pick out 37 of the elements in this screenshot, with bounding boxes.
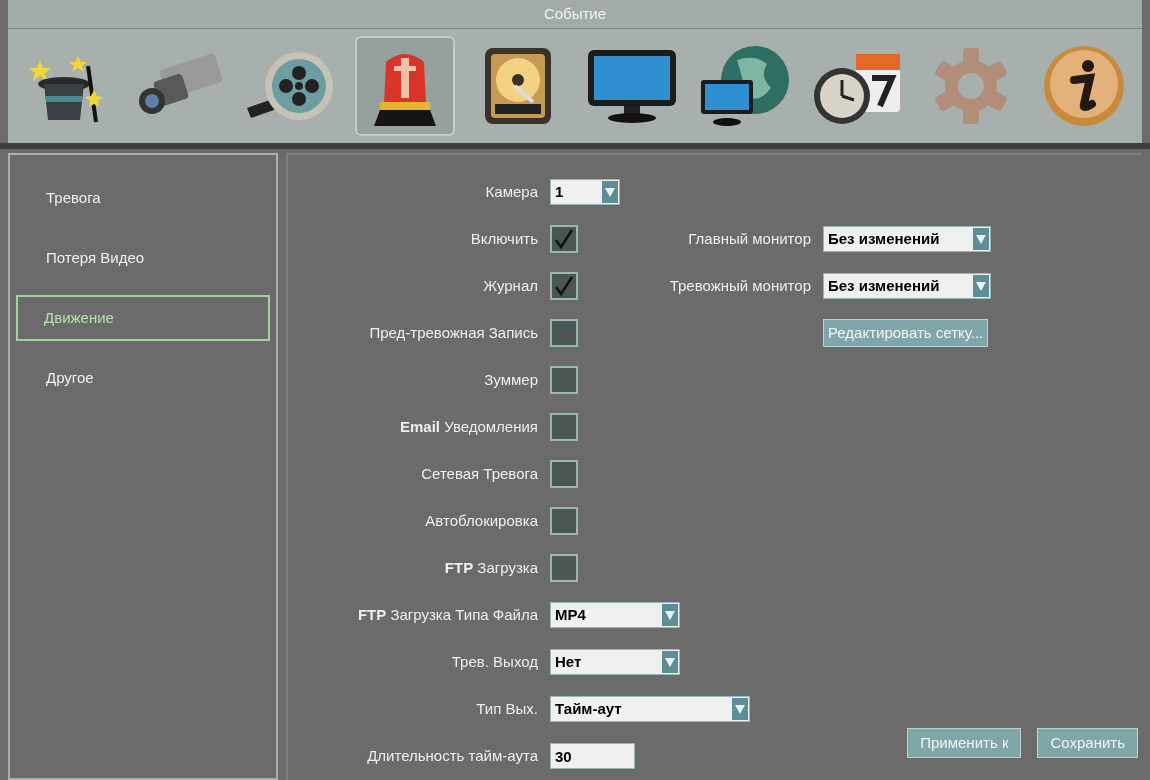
field-label: Автоблокировка [424,511,539,532]
field-label: Email Уведомления [399,417,539,438]
checkbox[interactable] [550,507,578,536]
field-label: Длительность тайм-аута [366,746,539,767]
window-title: Событие [543,3,607,24]
checkbox[interactable] [550,225,578,254]
field-label: FTP Загрузка Типа Файла [356,605,539,626]
sidebar-item[interactable]: Движение [16,295,270,341]
dropdown-field[interactable]: MP4 [550,602,680,629]
field-label: Трев. Выход [450,652,539,673]
field-label: Главный монитор [687,229,812,250]
info-icon [1042,44,1126,129]
field-label: Включить [469,229,539,250]
field-label: Тип Вых. [475,699,539,720]
field-label: FTP Загрузка [443,558,539,579]
dropdown-field[interactable]: 1 [550,179,620,206]
checkbox[interactable] [550,319,578,348]
dropdown-field[interactable]: Без изменений [823,226,991,253]
checkbox[interactable] [550,413,578,442]
field-label: Тревожный монитор [668,276,812,297]
sidebar-item[interactable]: Потеря Видео [16,235,270,281]
dropdown-field[interactable]: Нет [550,649,680,676]
dropdown-field[interactable]: Без изменений [823,273,991,300]
checkbox[interactable] [550,554,578,583]
checkbox[interactable] [550,460,578,489]
checkbox[interactable] [550,366,578,395]
checkbox[interactable] [550,272,578,301]
field-label: Пред-тревожная Запись [368,323,539,344]
field-label: Сетевая Тревога [420,464,539,485]
field-label: Камера [484,182,539,203]
toolbar-tab[interactable] [355,36,456,137]
input-field[interactable]: 30 [550,743,635,770]
field-label: Журнал [482,276,539,297]
sidebar-item[interactable]: Тревога [16,175,270,221]
dropdown-field[interactable]: Тайм-аут [550,696,750,723]
field-label: Зуммер [483,370,539,391]
sidebar-item[interactable]: Другое [16,355,270,401]
